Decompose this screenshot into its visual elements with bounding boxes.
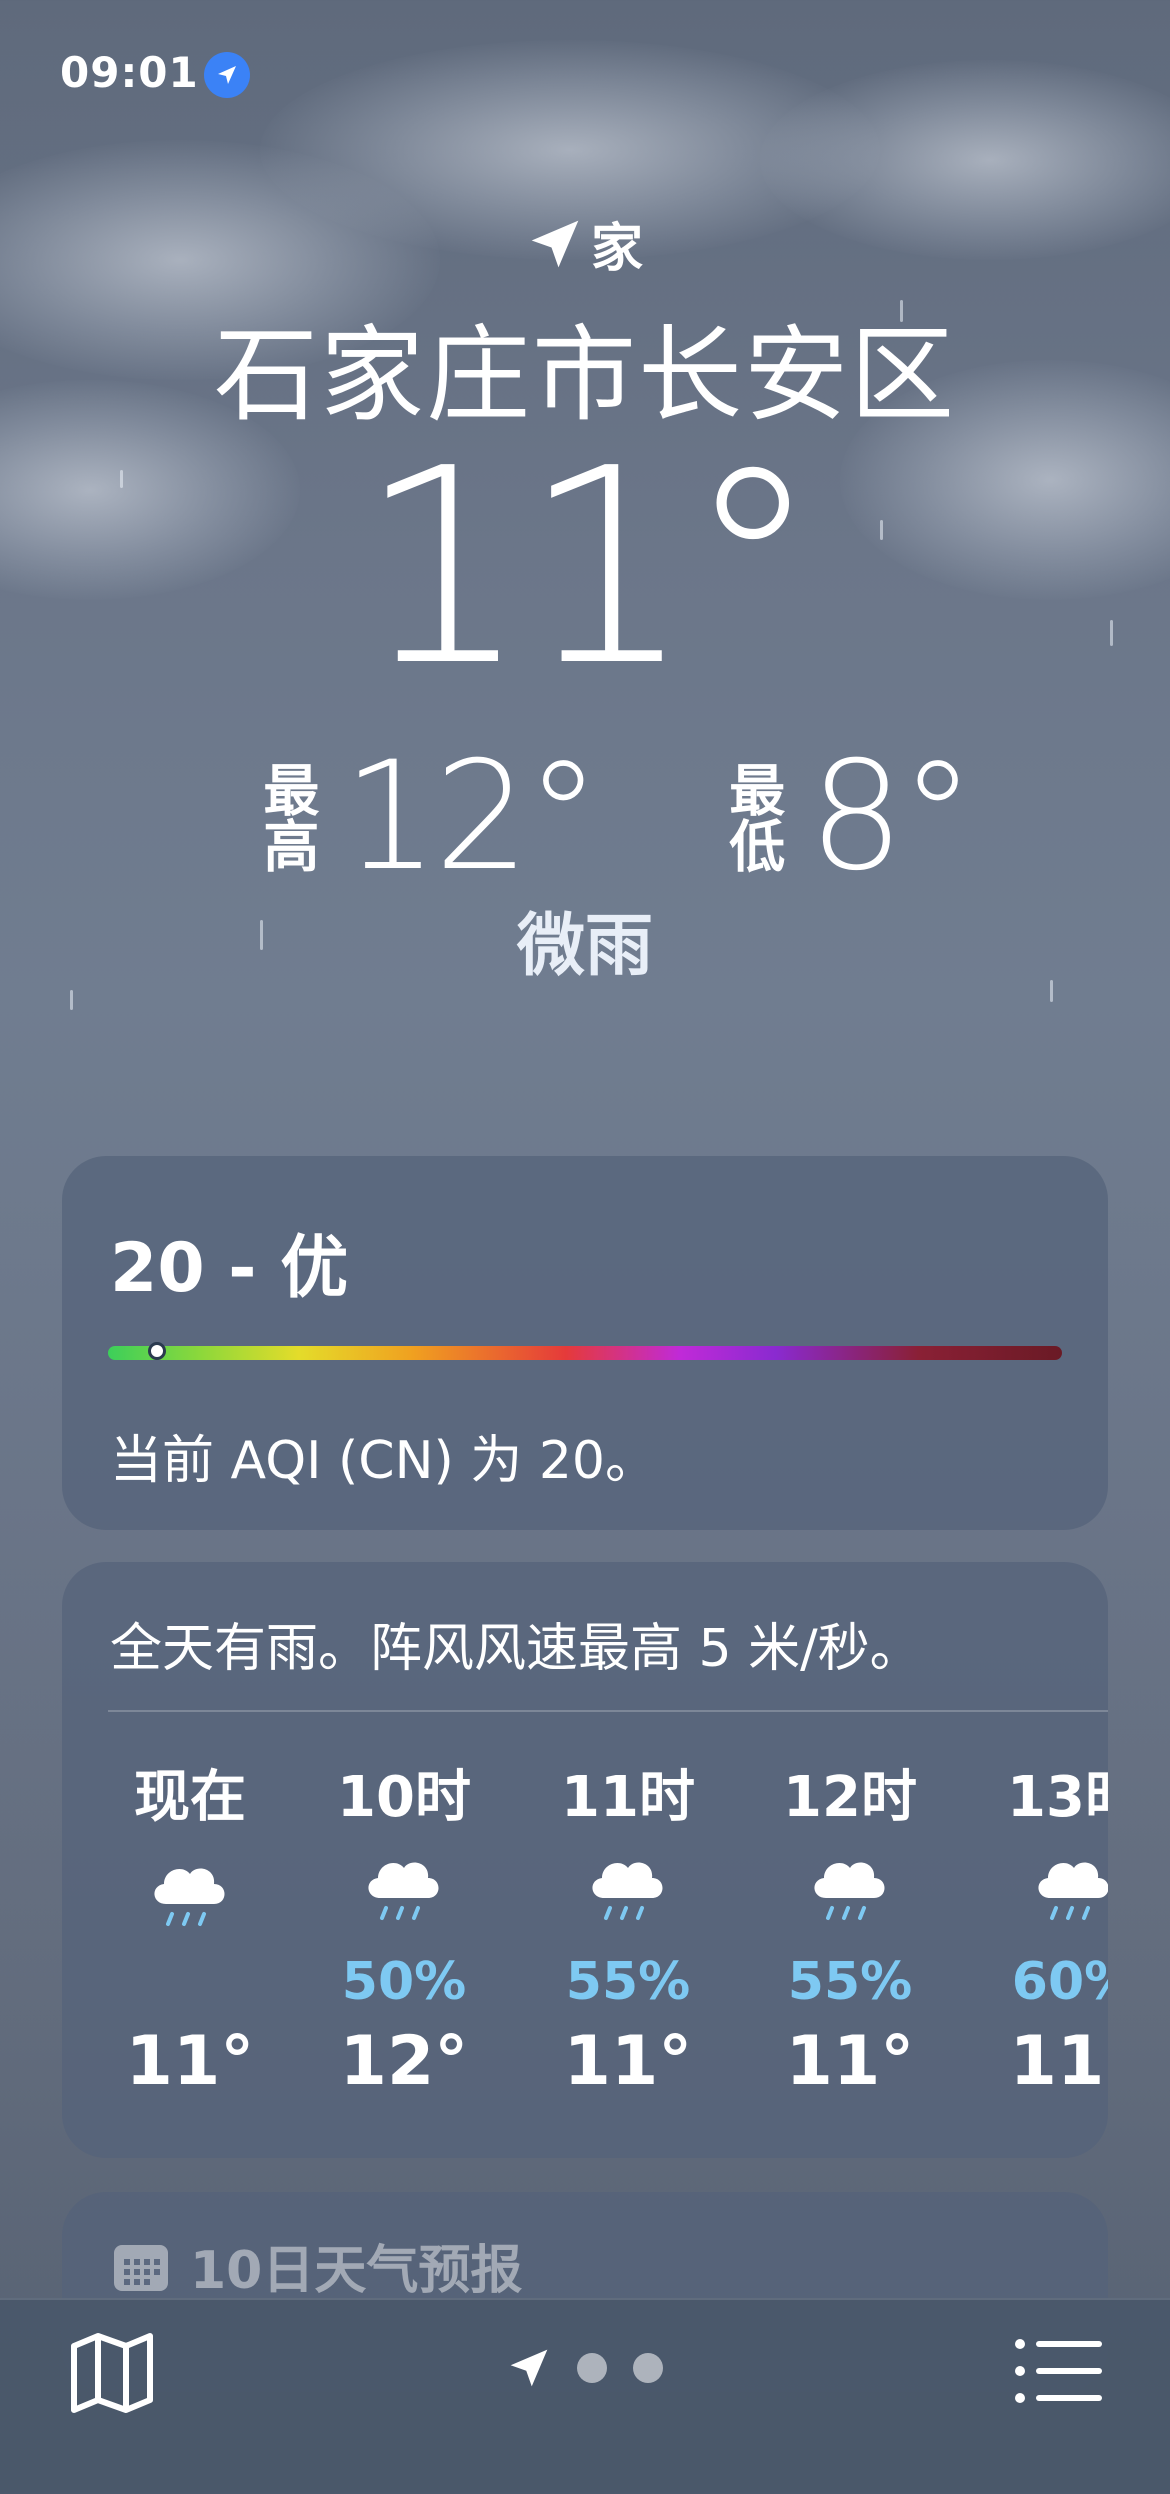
hour-label: 10时 xyxy=(337,1765,471,1830)
page-indicator[interactable] xyxy=(0,2346,1170,2390)
calendar-icon xyxy=(114,2244,168,2291)
page-dot[interactable] xyxy=(577,2353,607,2383)
aqi-indicator xyxy=(148,1342,166,1360)
location-arrow-icon xyxy=(531,220,579,267)
page-dot[interactable] xyxy=(633,2353,663,2383)
aqi-description: 当前 AQI (CN) 为 20。 xyxy=(110,1431,657,1491)
hour-precip: 55% xyxy=(787,1952,913,2012)
hour-temperature: 12° xyxy=(339,2022,469,2101)
hour-label: 13时 xyxy=(1007,1765,1108,1830)
aqi-card[interactable]: 20 - 优 当前 AQI (CN) 为 20。 xyxy=(62,1156,1108,1530)
list-icon xyxy=(1015,2339,1102,2403)
hour-item: 13时 60% 11° xyxy=(984,1752,1108,2101)
hour-item: 现在 11° xyxy=(100,1752,280,2101)
status-time: 09:01 xyxy=(60,48,199,97)
hourly-summary: 全天有雨。阵风风速最高 5 米/秒。 xyxy=(110,1619,922,1679)
hour-temperature: 11° xyxy=(125,2022,255,2101)
hour-label: 12时 xyxy=(783,1765,917,1830)
rain-cloud-icon xyxy=(314,1832,494,1952)
hour-item: 11时 55% 11° xyxy=(538,1752,718,2101)
forecast-header: 10日天气预报 xyxy=(112,2228,522,2303)
hour-temperature: 11° xyxy=(563,2022,693,2101)
location-arrow-icon xyxy=(204,52,250,98)
rain-cloud-icon xyxy=(984,1832,1108,1952)
divider xyxy=(108,1710,1108,1712)
low-label-text: 最低 xyxy=(719,761,785,873)
location-arrow-icon xyxy=(510,2349,548,2387)
high-temperature: 12° xyxy=(342,730,601,904)
aqi-scale-bar xyxy=(108,1346,1062,1360)
high-label: 最高 xyxy=(199,761,319,873)
city-list-button[interactable] xyxy=(1012,2336,1104,2406)
aqi-title: 20 - 优 xyxy=(110,1229,349,1308)
hour-item: 12时 55% 11° xyxy=(760,1752,940,2101)
hour-precip: 60% xyxy=(1011,1952,1108,2012)
place-label: 家 xyxy=(590,219,643,279)
weather-condition: 微雨 xyxy=(516,907,653,986)
high-label-text: 最高 xyxy=(253,761,319,873)
low-temperature: 8° xyxy=(808,730,975,904)
hour-label: 现在 xyxy=(134,1765,246,1830)
hour-label: 11时 xyxy=(561,1765,695,1830)
current-temperature: 11° xyxy=(357,410,821,725)
hour-temperature: 11° xyxy=(785,2022,915,2101)
rain-cloud-icon xyxy=(760,1832,940,1952)
low-label: 最低 xyxy=(665,761,785,873)
hour-item: 10时 50% 12° xyxy=(314,1752,494,2101)
hour-precip xyxy=(100,1952,280,2014)
rain-cloud-icon xyxy=(538,1832,718,1952)
rain-cloud-icon xyxy=(100,1832,280,1952)
hour-temperature: 11° xyxy=(1009,2022,1108,2101)
high-low-row: 最高 12° 最低 8° xyxy=(0,730,1170,904)
place-label-row: 家 xyxy=(0,206,1170,281)
hour-precip: 50% xyxy=(341,1952,467,2012)
hour-precip: 55% xyxy=(565,1952,691,2012)
forecast-title: 10日天气预报 xyxy=(190,2241,523,2301)
bottom-toolbar xyxy=(0,2298,1170,2494)
hourly-list[interactable]: 现在 11° 10时 50% 12° 11时 55% 11° 12时 55% 1… xyxy=(62,1752,1108,2152)
hourly-forecast-card[interactable]: 全天有雨。阵风风速最高 5 米/秒。 现在 11° 10时 50% 12° 11… xyxy=(62,1562,1108,2158)
